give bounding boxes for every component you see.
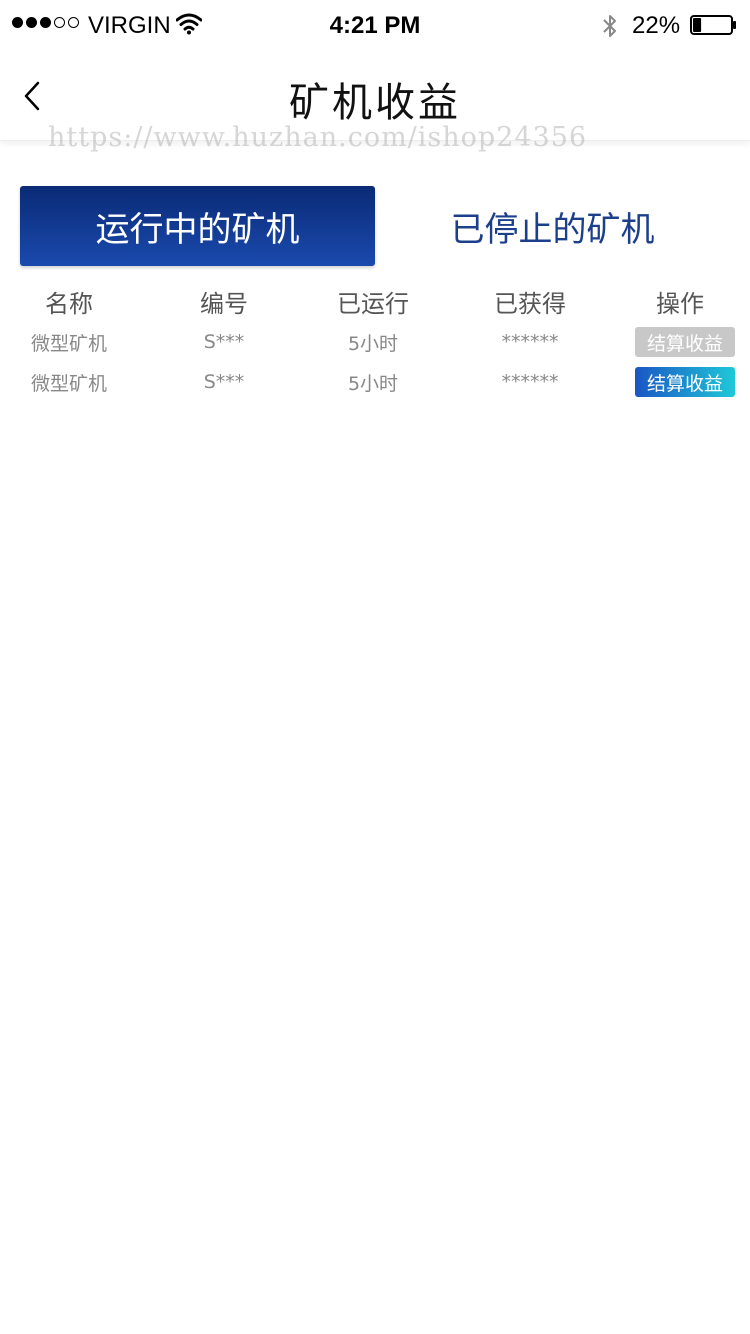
miner-earned: ****** bbox=[501, 371, 559, 393]
tab-running-miners[interactable]: 运行中的矿机 bbox=[20, 186, 375, 266]
page-title: 矿机收益 bbox=[289, 80, 461, 126]
tab-bar: 运行中的矿机 已停止的矿机 bbox=[20, 186, 730, 266]
header-name: 名称 bbox=[45, 289, 93, 318]
miner-name: 微型矿机 bbox=[30, 372, 107, 395]
action-cell: 结算收益 bbox=[620, 362, 740, 402]
miner-runtime: 5小时 bbox=[347, 372, 399, 395]
header-action: 操作 bbox=[656, 289, 704, 318]
settle-earnings-button[interactable]: 结算收益 bbox=[635, 367, 735, 397]
miner-table: 名称 编号 已运行 已获得 操作 微型矿机 S*** 5小时 ****** 结算… bbox=[0, 280, 750, 402]
status-bar: VIRGIN 4:21 PM 22% bbox=[0, 0, 750, 52]
settle-earnings-button[interactable]: 结算收益 bbox=[635, 327, 735, 357]
battery-percent: 22% bbox=[632, 12, 681, 39]
tab-stopped-miners[interactable]: 已停止的矿机 bbox=[375, 186, 730, 266]
table-row: 微型矿机 S*** 5小时 ****** 结算收益 bbox=[0, 362, 750, 402]
miner-code: S*** bbox=[203, 331, 245, 353]
watermark: https://www.huzhan.com/ishop24356 bbox=[48, 122, 588, 153]
battery-icon bbox=[690, 15, 736, 35]
header-code: 编号 bbox=[200, 289, 248, 318]
miner-name: 微型矿机 bbox=[30, 332, 107, 355]
header-runtime: 已运行 bbox=[337, 289, 409, 318]
action-cell: 结算收益 bbox=[620, 322, 740, 362]
miner-runtime: 5小时 bbox=[347, 332, 399, 355]
miner-code: S*** bbox=[203, 371, 245, 393]
header-earned: 已获得 bbox=[494, 289, 566, 318]
table-header: 名称 编号 已运行 已获得 操作 bbox=[0, 280, 750, 322]
miner-earned: ****** bbox=[501, 331, 559, 353]
bluetooth-icon bbox=[603, 15, 616, 37]
table-row: 微型矿机 S*** 5小时 ****** 结算收益 bbox=[0, 322, 750, 362]
